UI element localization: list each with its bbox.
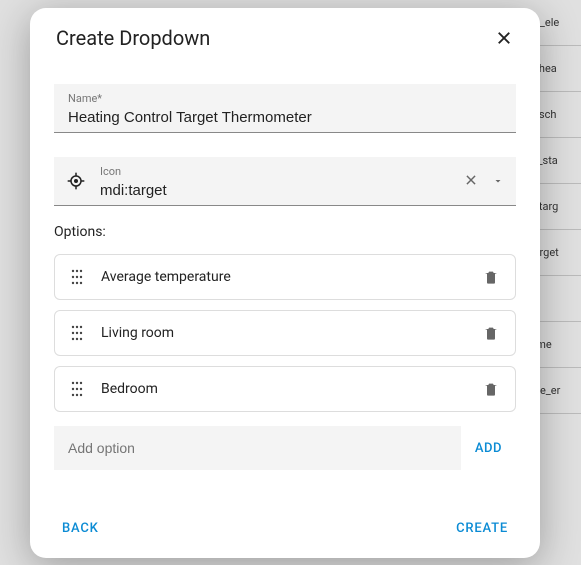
drag-icon	[71, 381, 83, 397]
dropdown-arrow-button[interactable]	[488, 168, 508, 195]
icon-input[interactable]	[100, 182, 454, 199]
drag-handle[interactable]	[67, 325, 87, 341]
delete-option-button[interactable]	[479, 321, 503, 345]
add-option-row: ADD	[54, 426, 516, 470]
drag-icon	[71, 269, 83, 285]
trash-icon	[483, 268, 499, 286]
option-row: Bedroom	[54, 366, 516, 412]
modal-footer: BACK CREATE	[30, 501, 540, 558]
chevron-down-icon	[492, 175, 504, 187]
target-icon	[64, 169, 88, 193]
create-dropdown-modal: Create Dropdown Name* Icon	[30, 8, 540, 558]
back-button[interactable]: BACK	[54, 515, 107, 542]
option-label: Bedroom	[101, 381, 479, 397]
options-label: Options:	[54, 224, 516, 240]
option-label: Living room	[101, 325, 479, 341]
name-label: Name*	[68, 92, 502, 105]
option-label: Average temperature	[101, 269, 479, 285]
name-field[interactable]: Name*	[54, 84, 516, 133]
close-button[interactable]	[492, 26, 516, 50]
modal-title: Create Dropdown	[56, 26, 210, 50]
close-icon	[495, 29, 513, 47]
option-row: Living room	[54, 310, 516, 356]
delete-option-button[interactable]	[479, 265, 503, 289]
create-button[interactable]: CREATE	[448, 515, 516, 542]
icon-actions	[460, 168, 508, 195]
option-row: Average temperature	[54, 254, 516, 300]
drag-handle[interactable]	[67, 269, 87, 285]
icon-label: Icon	[100, 165, 454, 178]
modal-body[interactable]: Name* Icon	[30, 60, 540, 501]
drag-handle[interactable]	[67, 381, 87, 397]
modal-header: Create Dropdown	[30, 8, 540, 60]
clear-icon-button[interactable]	[460, 168, 482, 195]
trash-icon	[483, 324, 499, 342]
name-input[interactable]	[68, 109, 502, 126]
icon-field[interactable]: Icon	[54, 157, 516, 206]
clear-icon	[464, 173, 478, 187]
add-option-input[interactable]	[54, 426, 461, 470]
icon-field-inner: Icon	[88, 161, 460, 201]
drag-icon	[71, 325, 83, 341]
add-option-button[interactable]: ADD	[461, 441, 516, 456]
delete-option-button[interactable]	[479, 377, 503, 401]
trash-icon	[483, 380, 499, 398]
